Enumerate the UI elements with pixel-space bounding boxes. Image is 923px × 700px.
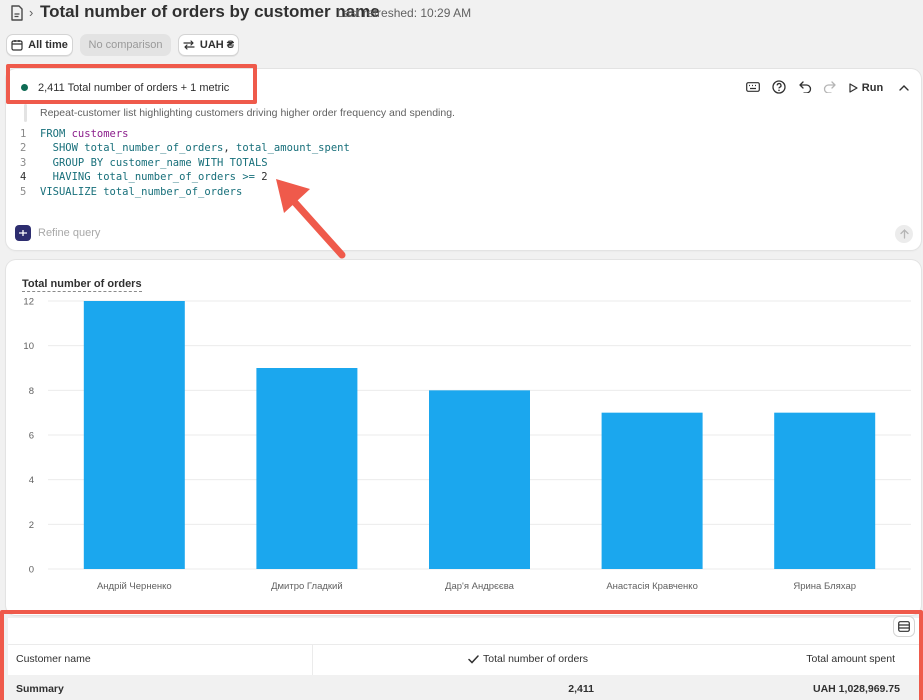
code-line[interactable]: 1 FROM customers [20, 127, 350, 141]
code-token: WITH TOTALS [198, 156, 268, 169]
y-tick-label: 6 [29, 431, 34, 442]
question-mark-icon [772, 80, 786, 94]
undo-button[interactable] [795, 77, 815, 97]
code-token: customer_name [109, 156, 199, 169]
query-description: Repeat-customer list highlighting custom… [40, 107, 455, 119]
help-button[interactable] [769, 77, 789, 97]
run-label: Run [861, 81, 884, 94]
y-tick-label: 12 [23, 297, 34, 308]
keyboard-button[interactable] [743, 77, 763, 97]
code-token: VISUALIZE [40, 185, 104, 198]
bar [256, 368, 358, 569]
comparison-label: No comparison [88, 39, 163, 51]
code-token: total_number_of_orders [103, 185, 243, 198]
line-number: 1 [20, 128, 27, 140]
annotation-arrow-icon [276, 179, 346, 259]
code-token: customers [71, 128, 129, 140]
y-tick-label: 4 [29, 475, 34, 486]
comparison-button[interactable]: No comparison [80, 34, 171, 56]
last-refreshed-label: Last refreshed: 10:29 AM [337, 6, 472, 20]
code-token: FROM [40, 128, 72, 140]
chevron-up-icon [899, 85, 909, 91]
code-token: total_number_of_orders [96, 171, 243, 184]
redo-button[interactable] [819, 77, 839, 97]
bar [601, 412, 703, 569]
highlight-box-metric [6, 64, 257, 104]
y-tick-label: 8 [29, 386, 34, 397]
run-button[interactable]: Run [843, 77, 889, 98]
line-number: 5 [20, 185, 27, 198]
bar [83, 301, 185, 569]
code-line[interactable]: 2 SHOW total_number_of_orders, total_amo… [20, 141, 350, 155]
ai-sparkle-icon [15, 225, 31, 241]
date-range-button[interactable]: All time [6, 34, 73, 56]
code-token: GROUP BY [40, 156, 110, 169]
date-range-label: All time [28, 39, 68, 51]
code-token: 2 [261, 171, 268, 184]
line-number: 4 [20, 171, 27, 184]
code-token: total_number_of_orders [84, 142, 224, 155]
x-tick-label: Андрій Черненко [97, 581, 172, 592]
play-icon [849, 82, 858, 93]
y-tick-label: 2 [29, 520, 34, 531]
collapse-button[interactable] [893, 77, 915, 98]
line-number: 2 [20, 142, 27, 155]
y-tick-label: 10 [23, 341, 34, 352]
bar [429, 390, 530, 569]
bar [774, 412, 876, 569]
code-token: SHOW [40, 142, 85, 155]
x-tick-label: Анастасія Кравченко [606, 581, 698, 592]
code-token: HAVING [40, 171, 97, 184]
description-bar [24, 104, 27, 122]
redo-icon [823, 81, 836, 93]
highlight-box-table [0, 610, 923, 700]
code-token: >= [242, 171, 262, 184]
calendar-icon [11, 40, 23, 51]
page-title: Total number of orders by customer name [40, 2, 380, 21]
x-tick-label: Ярина Бляхар [793, 581, 856, 592]
keyboard-icon [746, 82, 760, 92]
x-tick-label: Дмитро Гладкий [271, 581, 343, 592]
send-button[interactable] [895, 225, 913, 243]
undo-icon [798, 81, 811, 93]
swap-arrows-icon [183, 40, 195, 50]
report-icon [11, 5, 23, 21]
arrow-up-icon [899, 229, 909, 239]
currency-label: UAH ₴ [199, 39, 235, 51]
currency-button[interactable]: UAH ₴ [178, 34, 239, 56]
refine-query-input[interactable]: Refine query [38, 227, 100, 239]
x-tick-label: Дар'я Андрєєва [445, 581, 515, 592]
code-token: , [223, 142, 236, 155]
bar-chart: 0 2 4 6 8 10 12 Андрій Черненко Дмитро Гладкий Да… [23, 297, 911, 592]
breadcrumb-separator: › [29, 5, 34, 20]
code-token: total_amount_spent [236, 142, 350, 155]
y-tick-label: 0 [29, 565, 34, 576]
line-number: 3 [20, 156, 27, 169]
code-line[interactable]: 3 GROUP BY customer_name WITH TOTALS [20, 156, 350, 170]
